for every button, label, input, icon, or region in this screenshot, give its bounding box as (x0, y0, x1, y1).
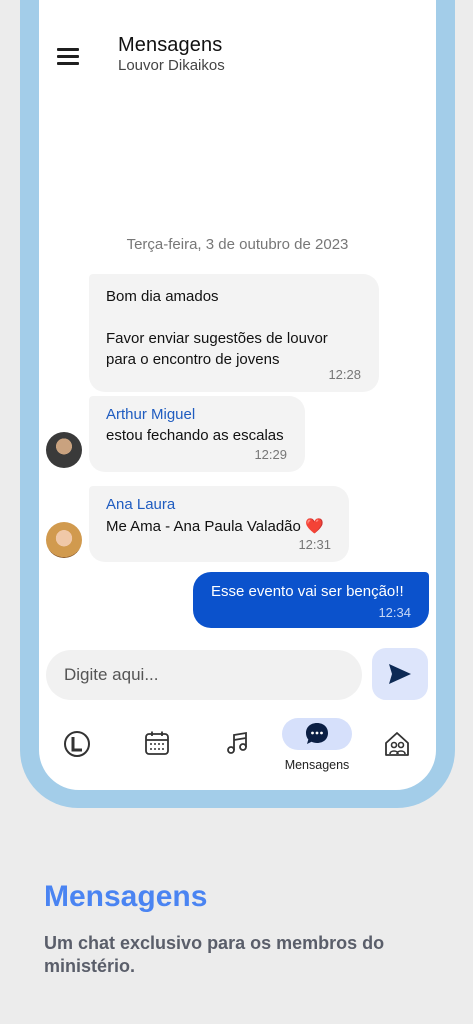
send-button[interactable] (372, 648, 428, 700)
message-text: para o encontro de jovens (106, 351, 280, 368)
promo-description: Um chat exclusivo para os membros do min… (44, 933, 385, 976)
nav-label-messages: Mensagens (284, 758, 350, 772)
app-screen: Mensagens Louvor Dikaikos Terça-feira, 3… (39, 0, 436, 790)
avatar[interactable] (46, 522, 82, 558)
page-title: Mensagens (118, 34, 223, 56)
message-sender: Arthur Miguel (106, 406, 196, 423)
message-text: estou fechando as escalas (106, 427, 284, 444)
message-text: Esse evento vai ser benção!! (211, 583, 404, 600)
message-input[interactable] (46, 650, 362, 700)
outgoing-message-bubble: Esse evento vai ser benção!! 12:34 (193, 572, 429, 628)
nav-calendar[interactable] (127, 718, 187, 774)
nav-messages[interactable] (282, 718, 352, 750)
promo-title: Mensagens (44, 880, 208, 913)
message-bubble: Arthur Miguel estou fechando as escalas … (89, 396, 305, 472)
message-text: Bom dia amados (106, 288, 219, 305)
date-separator: Terça-feira, 3 de outubro de 2023 (126, 236, 349, 253)
message-time: 12:34 (378, 605, 411, 620)
people-home-icon (385, 732, 409, 756)
logo-icon (64, 731, 90, 757)
avatar[interactable] (46, 432, 82, 468)
nav-music[interactable] (207, 718, 267, 774)
message-time: 12:28 (328, 367, 361, 382)
nav-home[interactable] (47, 718, 107, 774)
music-note-icon (227, 731, 247, 754)
send-icon (389, 664, 411, 684)
bottom-nav: Mensagens (39, 714, 436, 784)
message-time: 12:31 (298, 537, 331, 552)
composer (46, 648, 429, 702)
page-subtitle: Louvor Dikaikos (118, 57, 225, 74)
message-bubble: Bom dia amados Favor enviar sugestões de… (89, 274, 379, 392)
nav-community[interactable] (367, 718, 427, 774)
message-time: 12:29 (254, 447, 287, 462)
menu-icon[interactable] (57, 48, 79, 66)
message-bubble: Ana Laura Me Ama - Ana Paula Valadão ❤️ … (89, 486, 349, 562)
header: Mensagens Louvor Dikaikos (39, 0, 436, 120)
message-text: Favor enviar sugestões de louvor (106, 330, 328, 347)
calendar-icon (145, 731, 169, 755)
chat-bubble-icon (306, 723, 328, 744)
message-sender: Ana Laura (106, 496, 176, 513)
message-text: Me Ama - Ana Paula Valadão ❤️ (106, 518, 324, 535)
